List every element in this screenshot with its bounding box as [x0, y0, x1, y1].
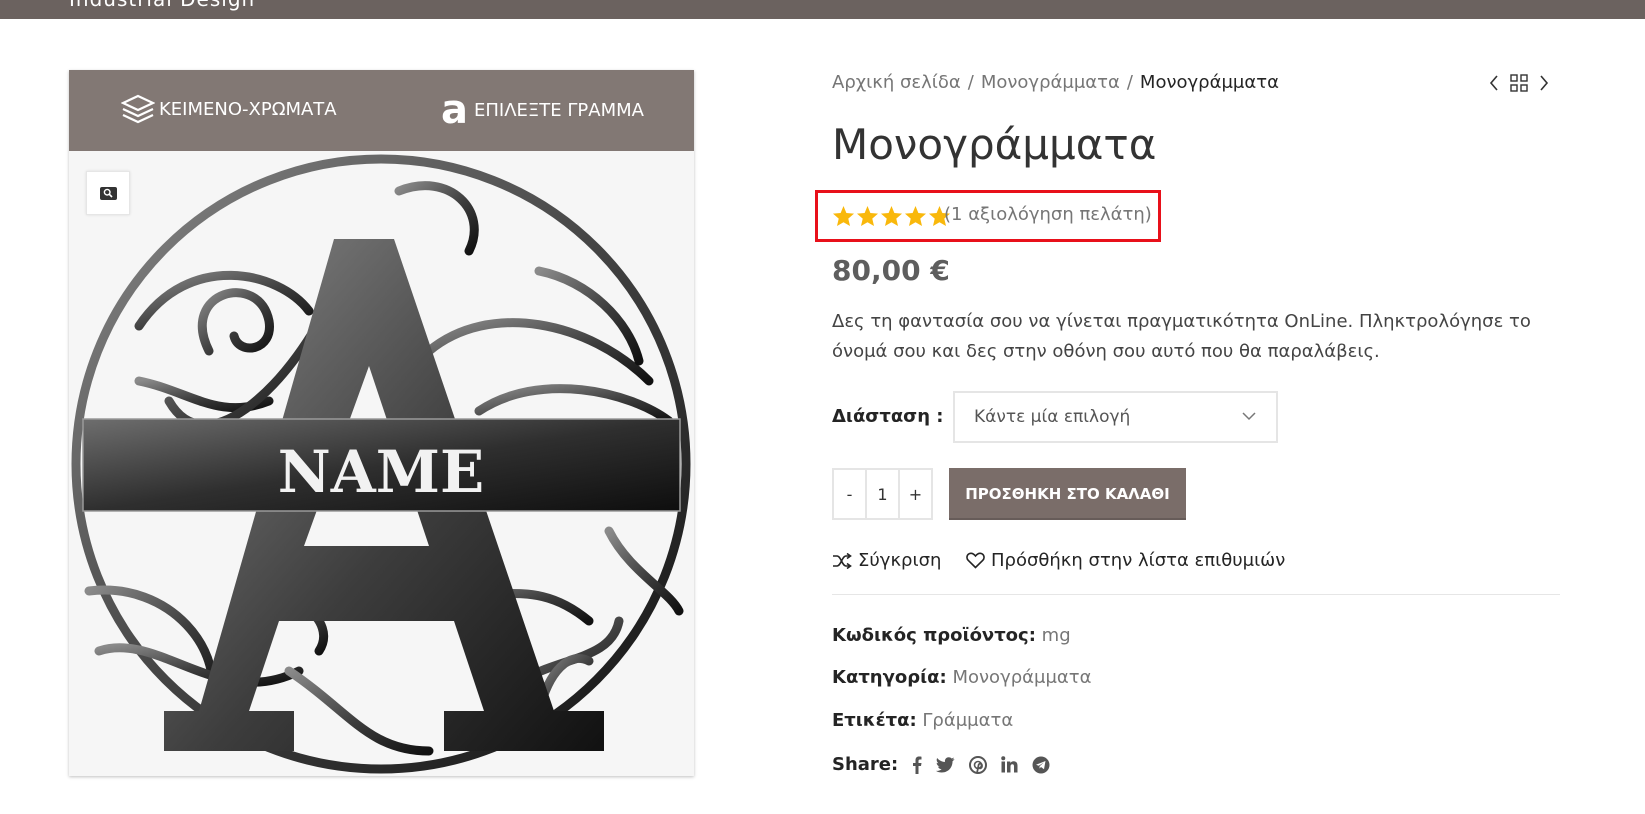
star-icon: [856, 205, 879, 227]
zoom-button[interactable]: [86, 171, 130, 215]
heart-icon: [966, 552, 985, 569]
tab-choose-letter[interactable]: a ΕΠΙΛΕΞΤΕ ΓΡΑΜΜΑ: [441, 90, 644, 130]
summary-divider: [832, 594, 1560, 595]
letter-a-icon: a: [441, 87, 468, 133]
magnifier-icon: [103, 188, 113, 198]
product-gallery: ΚΕΙΜΕΝΟ-ΧΡΩΜΑΤΑ a ΕΠΙΛΕΞΤΕ ΓΡΑΜΜΑ NAME: [69, 70, 694, 776]
product-price: 80,00 €: [832, 254, 950, 287]
chevron-down-icon: [1242, 412, 1256, 421]
category-label: Κατηγορία:: [832, 667, 947, 688]
qty-minus-button[interactable]: -: [834, 470, 865, 518]
dimension-select[interactable]: Κάντε μία επιλογή: [953, 391, 1278, 443]
twitter-icon[interactable]: [936, 756, 955, 773]
wishlist-label: Πρόσθήκη στην λίστα επιθυμιών: [991, 550, 1286, 571]
dimension-select-value: Κάντε μία επιλογή: [974, 407, 1131, 427]
compare-label: Σύγκριση: [858, 550, 942, 571]
review-count-link[interactable]: (1 αξιολόγηση πελάτη): [944, 204, 1152, 225]
breadcrumb-separator: /: [967, 72, 974, 93]
wishlist-button[interactable]: Πρόσθήκη στην λίστα επιθυμιών: [966, 550, 1285, 571]
sku-value: mg: [1041, 625, 1071, 646]
star-icon: [880, 205, 903, 227]
tab-text-colors[interactable]: ΚΕΙΜΕΝΟ-ΧΡΩΜΑΤΑ: [121, 94, 337, 124]
share-icons: [912, 755, 1050, 774]
telegram-icon[interactable]: [1032, 756, 1050, 774]
qty-input[interactable]: 1: [865, 470, 900, 518]
facebook-icon[interactable]: [912, 756, 922, 774]
next-product-icon[interactable]: [1538, 74, 1550, 92]
breadcrumb-home[interactable]: Αρχική σελίδα: [832, 72, 961, 93]
grid-icon[interactable]: [1510, 74, 1528, 92]
customizer-bar: ΚΕΙΜΕΝΟ-ΧΡΩΜΑΤΑ a ΕΠΙΛΕΞΤΕ ΓΡΑΜΜΑ: [69, 70, 694, 151]
tag-label: Ετικέτα:: [832, 710, 917, 731]
star-icon: [904, 205, 927, 227]
compare-button[interactable]: Σύγκριση: [832, 550, 941, 571]
monogram-product-image: NAME: [69, 151, 694, 776]
linkedin-icon[interactable]: [1001, 756, 1018, 773]
product-description: Δες τη φαντασία σου να γίνεται πραγματικ…: [832, 311, 1531, 362]
product-navigation: [1488, 74, 1550, 92]
share-label: Share:: [832, 754, 899, 775]
share-row: Share:: [832, 754, 1050, 775]
star-icon: [832, 205, 855, 227]
pinterest-icon[interactable]: [969, 755, 988, 774]
quantity-stepper: - 1 +: [832, 468, 933, 520]
tab-text-colors-label: ΚΕΙΜΕΝΟ-ΧΡΩΜΑΤΑ: [159, 98, 337, 120]
dimension-label: Διάσταση :: [832, 406, 944, 427]
zoom-icon-wrap: [99, 186, 117, 200]
sku-label: Κωδικός προϊόντος:: [832, 625, 1036, 646]
sku-row: Κωδικός προϊόντος: mg: [832, 625, 1071, 646]
breadcrumb-separator: /: [1126, 72, 1133, 93]
breadcrumb-category[interactable]: Μονογράμματα: [981, 72, 1120, 93]
category-row: Κατηγορία: Μονογράμματα: [832, 667, 1091, 688]
prev-product-icon[interactable]: [1488, 74, 1500, 92]
tab-choose-letter-label: ΕΠΙΛΕΞΤΕ ΓΡΑΜΜΑ: [474, 99, 644, 121]
tag-row: Ετικέτα: Γράμματα: [832, 710, 1013, 731]
star-rating: [832, 205, 951, 227]
shuffle-icon: [833, 552, 852, 569]
breadcrumb-current: Μονογράμματα: [1139, 72, 1279, 93]
product-title: Μονογράμματα: [832, 120, 1157, 169]
tag-link[interactable]: Γράμματα: [922, 710, 1013, 731]
qty-plus-button[interactable]: +: [900, 470, 931, 518]
monogram-name-text: NAME: [278, 438, 484, 506]
category-link[interactable]: Μονογράμματα: [952, 667, 1091, 688]
breadcrumb: Αρχική σελίδα / Μονογράμματα / Μονογράμματα: [832, 72, 1279, 93]
top-header-bar: Industrial Design: [0, 0, 1645, 19]
site-brand[interactable]: Industrial Design: [69, 0, 255, 11]
add-to-cart-button[interactable]: ΠΡΟΣΘΗΚΗ ΣΤΟ ΚΑΛΑΘΙ: [949, 468, 1186, 520]
layers-icon: [121, 94, 155, 124]
